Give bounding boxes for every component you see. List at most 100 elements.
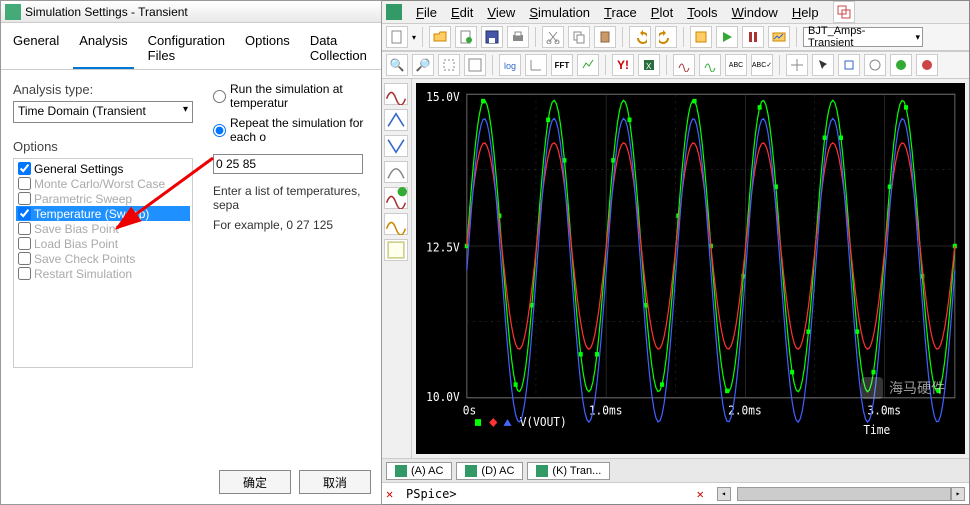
add-trace-button[interactable] (673, 54, 695, 76)
ok-button[interactable]: 确定 (219, 470, 291, 494)
zoom-fit-button[interactable] (464, 54, 486, 76)
option-label: Save Bias Point (34, 222, 119, 236)
tab-options[interactable]: Options (239, 29, 296, 69)
radio-run-at-temp[interactable]: Run the simulation at temperatur (213, 82, 369, 110)
run-button[interactable] (716, 26, 738, 48)
pointer-button[interactable] (812, 54, 834, 76)
side-dydx-icon[interactable] (384, 161, 408, 183)
copy-button[interactable] (568, 26, 590, 48)
radio-run-at-temp-input[interactable] (213, 90, 226, 103)
text-button[interactable]: ABC✓ (751, 54, 773, 76)
menu-help[interactable]: Help (786, 3, 825, 22)
option-label: Restart Simulation (34, 267, 132, 281)
print-button[interactable] (507, 26, 529, 48)
option-monte-carlo-worst-case[interactable]: Monte Carlo/Worst Case (16, 176, 190, 191)
plot-tab-d[interactable]: (D) AC (456, 462, 523, 480)
side-trace-icon[interactable] (384, 83, 408, 105)
menu-file[interactable]: File (410, 3, 443, 22)
perf-button[interactable] (577, 54, 599, 76)
temperature-list-input[interactable] (213, 154, 363, 174)
side-notes-icon[interactable] (384, 239, 408, 261)
waveform-plot[interactable]: 15.0V 12.5V 10.0V 0s 1.0ms 2.0ms 3.0ms T… (416, 83, 965, 454)
new-button[interactable] (386, 26, 408, 48)
menu-trace[interactable]: Trace (598, 3, 643, 22)
undo-button[interactable] (629, 26, 651, 48)
radio-repeat-each-input[interactable] (213, 124, 226, 137)
menu-plot[interactable]: Plot (645, 3, 679, 22)
dialog-title: Simulation Settings - Transient (25, 5, 188, 19)
mark-button[interactable] (838, 54, 860, 76)
plot-tab-k[interactable]: (K) Tran... (527, 462, 610, 480)
log-y-button[interactable] (525, 54, 547, 76)
toggle-cursor-button[interactable] (864, 54, 886, 76)
close-scroll-icon[interactable]: ✕ (697, 487, 713, 501)
option-checkbox[interactable] (18, 252, 31, 265)
cut-button[interactable] (542, 26, 564, 48)
zoom-out-button[interactable]: 🔎 (412, 54, 434, 76)
option-checkbox[interactable] (18, 207, 31, 220)
option-general-settings[interactable]: General Settings (16, 161, 190, 176)
excel-export-button[interactable]: X (638, 54, 660, 76)
legend-label: V(VOUT) (520, 414, 567, 429)
tab-config-files[interactable]: Configuration Files (142, 29, 231, 69)
fft-button[interactable]: FFT (551, 54, 573, 76)
option-checkbox[interactable] (18, 267, 31, 280)
option-checkbox[interactable] (18, 192, 31, 205)
option-checkbox[interactable] (18, 177, 31, 190)
option-load-bias-point[interactable]: Load Bias Point (16, 236, 190, 251)
option-save-bias-point[interactable]: Save Bias Point (16, 221, 190, 236)
analysis-type-combo[interactable]: Time Domain (Transient (13, 101, 193, 123)
prompt: PSpice> (406, 487, 457, 501)
scroll-right-button[interactable]: ▸ (951, 487, 965, 501)
h-scrollbar[interactable] (737, 487, 951, 501)
paste-button[interactable] (594, 26, 616, 48)
tab-analysis[interactable]: Analysis (73, 29, 133, 69)
option-parametric-sweep[interactable]: Parametric Sweep (16, 191, 190, 206)
option-checkbox[interactable] (18, 237, 31, 250)
open-button[interactable] (429, 26, 451, 48)
tab-general[interactable]: General (7, 29, 65, 69)
option-checkbox[interactable] (18, 222, 31, 235)
scroll-left-button[interactable]: ◂ (717, 487, 731, 501)
redo-button[interactable] (655, 26, 677, 48)
menu-window[interactable]: Window (726, 3, 784, 22)
radio-repeat-each[interactable]: Repeat the simulation for each o (213, 116, 369, 144)
close-cmdline-icon[interactable]: ✕ (386, 487, 402, 501)
eval-goal-button[interactable]: Y! (612, 54, 634, 76)
svg-text:log: log (504, 61, 516, 71)
menu-edit[interactable]: Edit (445, 3, 479, 22)
save-button[interactable] (481, 26, 503, 48)
xtick-0: 0s (463, 403, 476, 418)
eval-button[interactable] (699, 54, 721, 76)
dialog-titlebar[interactable]: Simulation Settings - Transient (1, 1, 381, 23)
option-restart-simulation[interactable]: Restart Simulation (16, 266, 190, 281)
view-sim-button[interactable] (768, 26, 790, 48)
toggle-2-button[interactable] (890, 54, 912, 76)
app-icon (386, 4, 402, 20)
toggle-3-button[interactable] (916, 54, 938, 76)
sim-profile-button[interactable] (690, 26, 712, 48)
side-cursor-trough-icon[interactable] (384, 135, 408, 157)
profile-combo[interactable]: BJT_Amps-Transient (803, 27, 923, 47)
side-settings-icon[interactable] (384, 213, 408, 235)
command-line[interactable]: ✕ PSpice> ✕ ◂ ▸ (382, 482, 969, 504)
cancel-button[interactable]: 取消 (299, 470, 371, 494)
option-temperature-sweep-[interactable]: Temperature (Sweep) (16, 206, 190, 221)
zoom-in-button[interactable]: 🔍 (386, 54, 408, 76)
option-checkbox[interactable] (18, 162, 31, 175)
side-cursor-peak-icon[interactable] (384, 109, 408, 131)
option-save-check-points[interactable]: Save Check Points (16, 251, 190, 266)
cascade-icon[interactable] (833, 1, 855, 23)
menu-tools[interactable]: Tools (681, 3, 723, 22)
cursor-button[interactable] (786, 54, 808, 76)
tab-data-collection[interactable]: Data Collection (304, 29, 375, 69)
menu-view[interactable]: View (481, 3, 521, 22)
zoom-area-button[interactable] (438, 54, 460, 76)
menu-simulation[interactable]: Simulation (523, 3, 596, 22)
pause-button[interactable] (742, 26, 764, 48)
abc-mark-button[interactable]: ABC (725, 54, 747, 76)
open-append-button[interactable] (455, 26, 477, 48)
log-x-button[interactable]: log (499, 54, 521, 76)
plot-tab-a[interactable]: (A) AC (386, 462, 452, 480)
side-add-trace-icon[interactable] (384, 187, 408, 209)
